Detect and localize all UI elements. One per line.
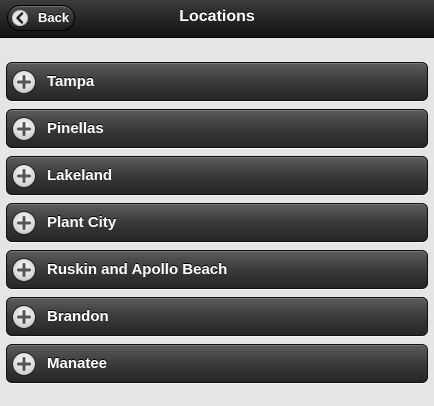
location-item-manatee[interactable]: Manatee (6, 344, 428, 383)
location-item-plant-city[interactable]: Plant City (6, 203, 428, 242)
plus-circle-icon (13, 306, 35, 328)
plus-circle-icon (13, 71, 35, 93)
plus-circle-icon (13, 212, 35, 234)
location-item-tampa[interactable]: Tampa (6, 62, 428, 101)
plus-circle-icon (13, 165, 35, 187)
location-label: Plant City (47, 214, 117, 231)
plus-circle-icon (13, 118, 35, 140)
location-label: Lakeland (47, 167, 113, 184)
location-label: Brandon (47, 308, 109, 325)
plus-circle-icon (13, 353, 35, 375)
location-item-brandon[interactable]: Brandon (6, 297, 428, 336)
location-label: Pinellas (47, 120, 104, 137)
location-item-ruskin-apollo-beach[interactable]: Ruskin and Apollo Beach (6, 250, 428, 289)
location-label: Ruskin and Apollo Beach (47, 261, 228, 278)
location-label: Tampa (47, 73, 95, 90)
page-title: Locations (179, 8, 255, 25)
location-item-pinellas[interactable]: Pinellas (6, 109, 428, 148)
plus-circle-icon (13, 259, 35, 281)
location-item-lakeland[interactable]: Lakeland (6, 156, 428, 195)
location-label: Manatee (47, 355, 108, 372)
location-list: Tampa Pinellas Lakeland Plant City Ruski… (6, 62, 428, 391)
header-bar: Back Locations (0, 0, 434, 38)
